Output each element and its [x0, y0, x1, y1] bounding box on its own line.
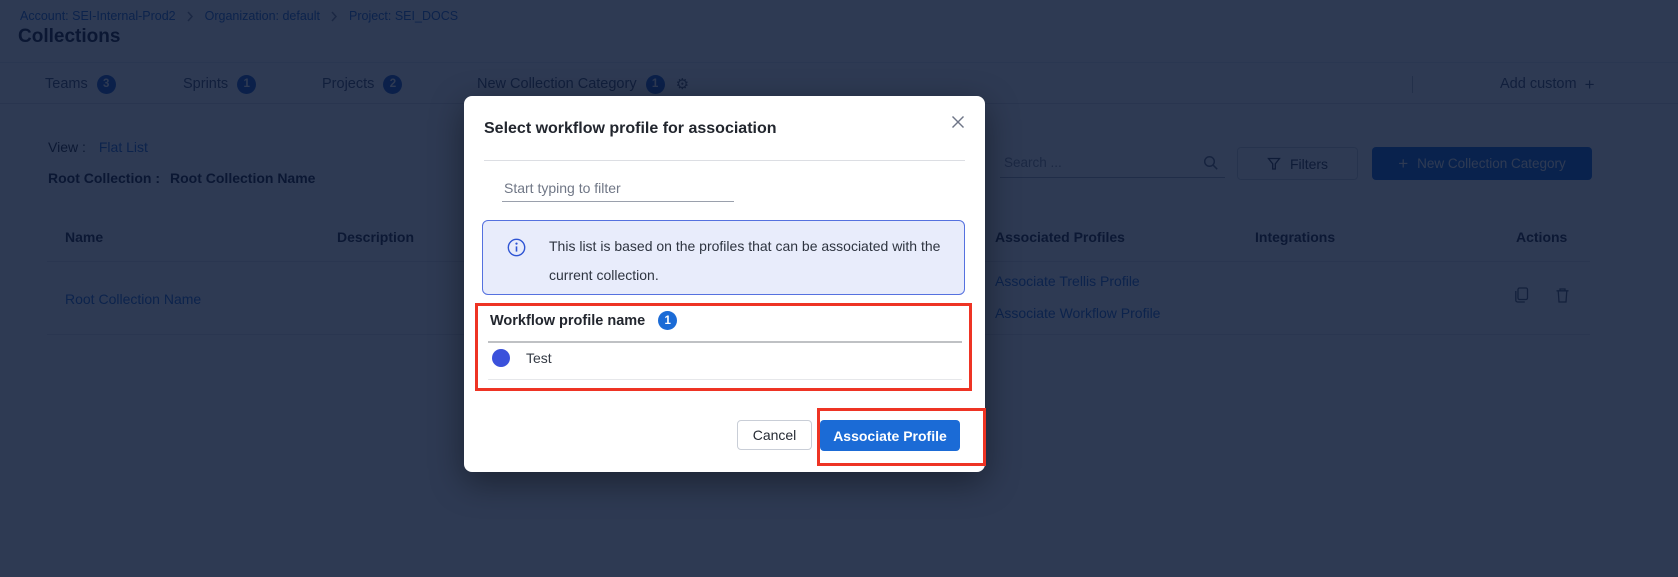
profile-row-divider [488, 379, 962, 380]
profile-filter-input[interactable] [502, 176, 734, 200]
info-banner: This list is based on the profiles that … [482, 220, 965, 295]
cancel-button[interactable]: Cancel [737, 420, 812, 450]
close-icon[interactable] [951, 115, 965, 129]
info-text: This list is based on the profiles that … [549, 232, 946, 290]
profile-filter-field [502, 176, 734, 202]
info-icon [507, 238, 526, 257]
profile-row-test[interactable]: Test [492, 349, 552, 367]
workflow-profile-list-header: Workflow profile name 1 [490, 311, 677, 330]
app-screen: Account: SEI-Internal-Prod2 Organization… [0, 0, 1678, 577]
modal-title: Select workflow profile for association [484, 120, 777, 138]
modal-title-divider [484, 160, 965, 161]
associate-profile-button[interactable]: Associate Profile [820, 420, 960, 451]
select-workflow-profile-dialog: Select workflow profile for association … [464, 96, 985, 472]
list-header-divider [488, 341, 962, 343]
radio-selected-icon[interactable] [492, 349, 510, 367]
profile-count-badge: 1 [658, 311, 677, 330]
list-header-label: Workflow profile name [490, 313, 645, 329]
profile-name: Test [526, 350, 552, 366]
